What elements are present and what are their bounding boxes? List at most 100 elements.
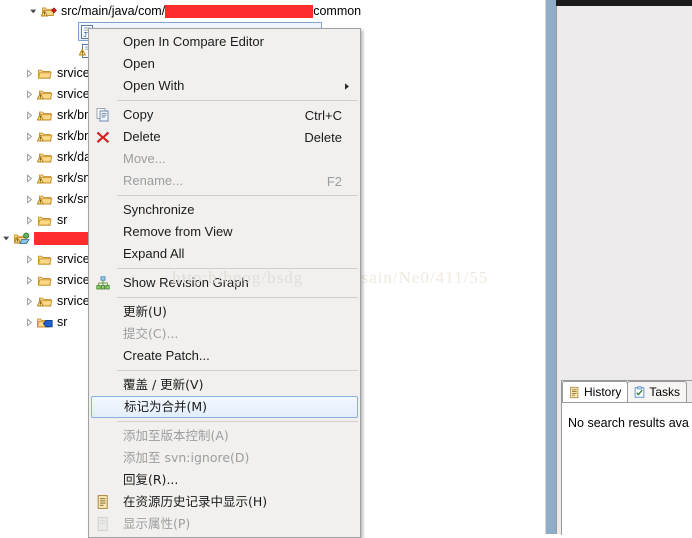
- package-folder-warning-icon: [36, 148, 54, 167]
- menu-separator: [117, 100, 358, 101]
- redaction-bar: [34, 232, 94, 246]
- chevron-down-icon[interactable]: [27, 2, 40, 21]
- package-folder-icon: [36, 64, 54, 83]
- window-top-edge: [556, 0, 692, 6]
- menu-item[interactable]: Create Patch...: [89, 345, 360, 367]
- menu-item-label: 添加至 svn:ignore(D): [123, 450, 250, 465]
- menu-item-icon-slot: [89, 148, 116, 170]
- properties-icon: [89, 513, 116, 535]
- menu-separator: [117, 297, 358, 298]
- tab-history[interactable]: History: [562, 381, 629, 402]
- chevron-right-icon[interactable]: [23, 106, 36, 125]
- chevron-right-icon[interactable]: [23, 211, 36, 230]
- menu-item[interactable]: Open With: [89, 75, 360, 97]
- menu-item[interactable]: 回复(R)...: [89, 469, 360, 491]
- tab-tasks[interactable]: Tasks: [627, 381, 688, 402]
- menu-separator: [117, 268, 358, 269]
- copy-icon: [89, 104, 116, 126]
- menu-separator: [117, 421, 358, 422]
- menu-item[interactable]: Delete Delete: [89, 126, 360, 148]
- menu-item-label: Move...: [123, 151, 166, 166]
- chevron-right-icon[interactable]: [23, 250, 36, 269]
- menu-item-label: 提交(C)...: [123, 326, 179, 341]
- chevron-right-icon[interactable]: [23, 127, 36, 146]
- menu-item-label: 更新(U): [123, 304, 167, 319]
- package-folder-warning-icon: [36, 85, 54, 104]
- no-results-message: No search results ava: [568, 416, 689, 430]
- chevron-right-icon[interactable]: [23, 169, 36, 188]
- menu-item[interactable]: Show Revision Graph: [89, 272, 360, 294]
- menu-item-icon-slot: [89, 425, 116, 447]
- menu-item-icon-slot: [89, 243, 116, 265]
- menu-item-label: Synchronize: [123, 202, 195, 217]
- tree-item-label: sr: [57, 213, 68, 227]
- menu-item-label: Show Revision Graph: [123, 275, 249, 290]
- menu-item-icon-slot: [89, 323, 116, 345]
- menu-item-label: 回复(R)...: [123, 472, 179, 487]
- menu-item: 显示属性(P): [89, 513, 360, 535]
- package-folder-icon: [36, 211, 54, 230]
- package-folder-icon: [36, 271, 54, 290]
- menu-item[interactable]: Synchronize: [89, 199, 360, 221]
- menu-item-label: 添加至版本控制(A): [123, 428, 229, 443]
- menu-item-label: 覆盖 / 更新(V): [123, 377, 204, 392]
- svn-context-menu[interactable]: Open In Compare Editor Open Open With Copy C…: [88, 28, 361, 538]
- project-repo-icon: [13, 229, 31, 248]
- chevron-right-icon[interactable]: [23, 292, 36, 311]
- menu-item[interactable]: 覆盖 / 更新(V): [89, 374, 360, 396]
- chevron-right-icon[interactable]: [23, 64, 36, 83]
- menu-item[interactable]: Expand All: [89, 243, 360, 265]
- tree-row[interactable]: src/main/java/com/common: [0, 2, 545, 21]
- menu-item-icon-slot: [89, 345, 116, 367]
- menu-item-icon-slot: [89, 199, 116, 221]
- menu-separator: [117, 370, 358, 371]
- menu-item[interactable]: 更新(U): [89, 301, 360, 323]
- view-body: No search results ava: [562, 402, 692, 535]
- redaction-bar: [165, 5, 314, 19]
- menu-item-icon-slot: [89, 301, 116, 323]
- menu-item-accelerator: Ctrl+C: [304, 107, 342, 123]
- delete-x-icon: [89, 126, 116, 148]
- menu-item[interactable]: 在资源历史记录中显示(H): [89, 491, 360, 513]
- menu-item[interactable]: Copy Ctrl+C: [89, 104, 360, 126]
- history-icon: [89, 491, 116, 513]
- chevron-right-icon[interactable]: [23, 271, 36, 290]
- menu-item-icon-slot: [92, 396, 117, 418]
- tab-label: Tasks: [649, 385, 681, 399]
- menu-item: 提交(C)...: [89, 323, 360, 345]
- package-folder-warning-icon: [36, 190, 54, 209]
- menu-item-icon-slot: [89, 447, 116, 469]
- chevron-right-icon[interactable]: [23, 313, 36, 332]
- menu-item-icon-slot: [89, 53, 116, 75]
- package-folder-warning-icon: [36, 106, 54, 125]
- menu-item-icon-slot: [89, 469, 116, 491]
- menu-item[interactable]: Open In Compare Editor: [89, 31, 360, 53]
- chevron-right-icon[interactable]: [23, 190, 36, 209]
- menu-item[interactable]: Open: [89, 53, 360, 75]
- chevron-right-icon[interactable]: [23, 148, 36, 167]
- tree-item-label: src/main/java/com/common: [61, 4, 362, 19]
- menu-item[interactable]: Remove from View: [89, 221, 360, 243]
- menu-item-label: Open With: [123, 78, 185, 93]
- menu-item-icon-slot: [89, 75, 116, 97]
- menu-item[interactable]: 标记为合并(M): [91, 396, 358, 418]
- menu-item-label: Open In Compare Editor: [123, 34, 264, 49]
- chevron-down-icon[interactable]: [0, 229, 13, 248]
- menu-item-label: Delete: [123, 129, 161, 144]
- package-folder-outgoing-icon: [36, 313, 54, 332]
- history-tab-icon: [568, 386, 581, 399]
- menu-item-label: Copy: [123, 107, 154, 122]
- menu-item-icon-slot: [89, 170, 116, 192]
- menu-item-label: Rename...: [123, 173, 183, 188]
- chevron-right-icon[interactable]: [23, 85, 36, 104]
- menu-item-label: Create Patch...: [123, 348, 210, 363]
- menu-separator: [117, 195, 358, 196]
- menu-item-label: Expand All: [123, 246, 185, 261]
- menu-item-label: 标记为合并(M): [124, 399, 208, 414]
- view-tab-strip[interactable]: History Tasks: [562, 381, 692, 402]
- menu-item-label: Remove from View: [123, 224, 233, 239]
- menu-item-icon-slot: [89, 374, 116, 396]
- svg-text:J: J: [83, 32, 87, 39]
- menu-item: 添加至 svn:ignore(D): [89, 447, 360, 469]
